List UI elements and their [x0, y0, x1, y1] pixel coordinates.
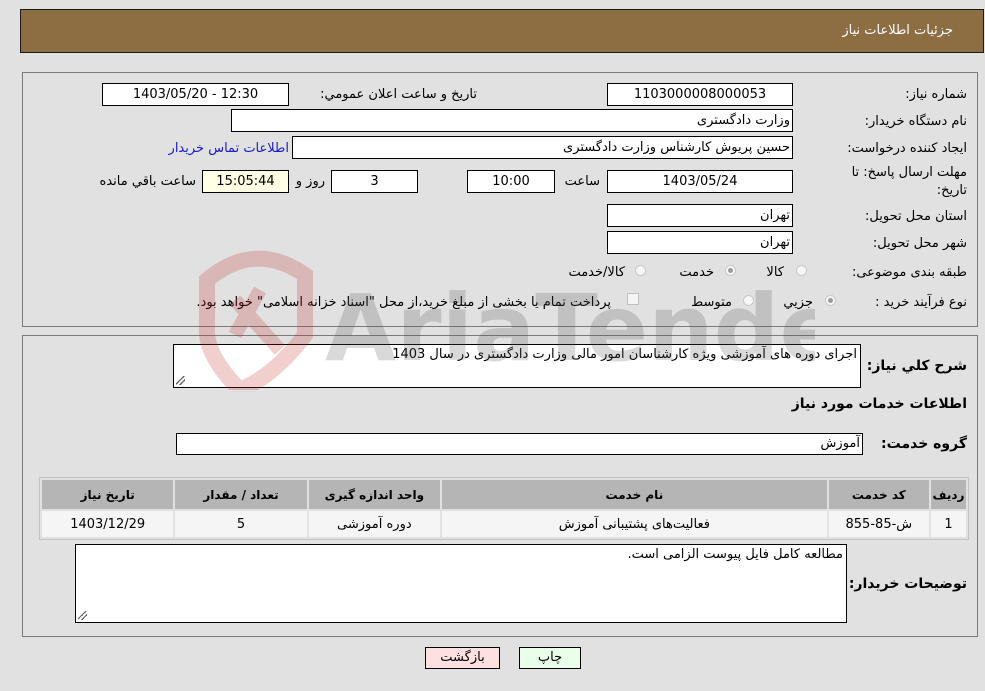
deadline-label-line1: مهلت ارسال پاسخ: تا	[851, 165, 967, 180]
service-group-field[interactable]: آموزش	[176, 433, 863, 455]
back-button[interactable]: بازگشت	[425, 647, 500, 669]
purchase-option-medium: متوسط	[691, 295, 732, 310]
services-section-title: اطلاعات خدمات مورد نیاز	[791, 396, 967, 412]
buyer-contact-link[interactable]: اطلاعات تماس خریدار	[169, 141, 289, 156]
category-option-goods-service: کالا/خدمت	[568, 265, 625, 280]
purchase-option-minor: جزيي	[783, 295, 813, 310]
category-radio-goods[interactable]	[796, 265, 807, 276]
buyer-notes-text: مطالعه کامل فایل پیوست الزامی است.	[627, 547, 843, 562]
time-remaining-field: 15:05:44	[202, 170, 289, 193]
need-number-field[interactable]: 1103000008000053	[607, 83, 793, 106]
city-field[interactable]: تهران	[607, 231, 793, 254]
page-title: جزئیات اطلاعات نیاز	[842, 23, 953, 38]
city-label: شهر محل تحویل:	[872, 236, 967, 251]
col-need-date: تاریخ نیاز	[42, 480, 174, 509]
buyer-notes-textarea[interactable]: مطالعه کامل فایل پیوست الزامی است.	[75, 544, 847, 623]
print-button[interactable]: چاپ	[519, 647, 581, 669]
treasury-checkbox[interactable]	[627, 293, 639, 305]
category-option-goods: کالا	[766, 265, 784, 280]
page-header: جزئیات اطلاعات نیاز	[20, 9, 984, 53]
treasury-note: پرداخت تمام یا بخشی از مبلغ خرید،از محل …	[196, 295, 611, 310]
category-radio-goods-service[interactable]	[635, 265, 646, 276]
announce-datetime-field[interactable]: 1403/05/20 - 12:30	[102, 83, 289, 106]
purchase-radio-medium[interactable]	[743, 295, 754, 306]
service-group-label: گروه خدمت:	[881, 436, 967, 452]
announce-datetime-label: تاریخ و ساعت اعلان عمومي:	[320, 87, 477, 102]
table-row: 1 ش-85-855 فعالیت‌های پشتیبانی آموزش دور…	[42, 511, 966, 537]
purchase-radio-minor[interactable]	[825, 295, 836, 306]
cell-row-number: 1	[930, 511, 966, 537]
category-label: طبقه بندی موضوعی:	[851, 265, 967, 280]
category-radio-service[interactable]	[725, 265, 736, 276]
requester-label: ایجاد کننده درخواست:	[847, 141, 967, 156]
table-header-row: ردیف کد خدمت نام خدمت واحد اندازه گیری ت…	[42, 480, 966, 509]
deadline-time-field[interactable]: 10:00	[467, 170, 555, 193]
province-field[interactable]: تهران	[607, 204, 793, 227]
resize-grip-icon[interactable]	[176, 376, 185, 385]
category-option-service: خدمت	[679, 265, 714, 280]
cell-unit: دوره آموزشی	[308, 511, 441, 537]
days-label: روز و	[295, 174, 325, 189]
cell-service-name: فعالیت‌های پشتیبانی آموزش	[442, 511, 827, 537]
buyer-org-label: نام دستگاه خریدار:	[864, 114, 967, 129]
services-table: ردیف کد خدمت نام خدمت واحد اندازه گیری ت…	[39, 477, 969, 540]
resize-grip-icon[interactable]	[78, 611, 87, 620]
col-service-code: کد خدمت	[828, 480, 929, 509]
deadline-label-line2: تاریخ:	[936, 183, 967, 198]
time-remaining-label: ساعت باقي مانده	[99, 174, 196, 189]
services-table-wrap: ردیف کد خدمت نام خدمت واحد اندازه گیری ت…	[39, 477, 969, 540]
province-label: استان محل تحویل:	[865, 209, 967, 224]
description-text: اجرای دوره های آموزشی ویژه کارشناسان امو…	[392, 347, 857, 362]
cell-need-date: 1403/12/29	[42, 511, 174, 537]
buyer-org-field[interactable]: وزارت دادگستری	[231, 109, 793, 132]
description-textarea[interactable]: اجرای دوره های آموزشی ویژه کارشناسان امو…	[173, 344, 861, 388]
cell-service-code: ش-85-855	[828, 511, 929, 537]
col-quantity: تعداد / مقدار	[175, 480, 307, 509]
col-service-name: نام خدمت	[442, 480, 827, 509]
deadline-time-label: ساعت	[564, 174, 600, 189]
need-number-label: شماره نیاز:	[905, 87, 967, 102]
cell-quantity: 5	[175, 511, 307, 537]
col-row-number: ردیف	[930, 480, 966, 509]
requester-field[interactable]: حسین پریوش کارشناس وزارت دادگستری	[292, 136, 793, 159]
purchase-type-label: نوع فرآیند خرید :	[875, 295, 967, 310]
deadline-date-field[interactable]: 1403/05/24	[607, 170, 793, 193]
col-unit: واحد اندازه گیری	[308, 480, 441, 509]
buyer-notes-label: توضیحات خریدار:	[848, 576, 967, 592]
description-label: شرح کلي نیاز:	[866, 358, 967, 374]
days-remaining-field[interactable]: 3	[331, 170, 418, 193]
